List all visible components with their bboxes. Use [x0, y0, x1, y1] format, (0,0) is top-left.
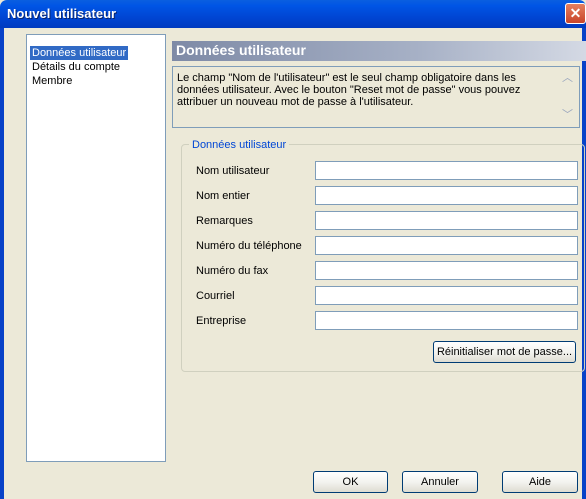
- nav-item-details-du-compte[interactable]: Détails du compte: [30, 60, 122, 74]
- section-header: Données utilisateur: [172, 41, 586, 61]
- remarques-field[interactable]: [315, 211, 578, 230]
- help-button[interactable]: Aide: [502, 471, 578, 493]
- label-numero-fax: Numéro du fax: [196, 265, 269, 277]
- reset-password-button[interactable]: Réinitialiser mot de passe...: [433, 341, 576, 363]
- scroll-down-icon[interactable]: ﹀: [559, 107, 576, 124]
- groupbox-legend: Données utilisateur: [189, 139, 290, 151]
- telephone-field[interactable]: [315, 236, 578, 255]
- window-title: Nouvel utilisateur: [7, 6, 117, 21]
- title-bar[interactable]: Nouvel utilisateur ✕: [0, 0, 586, 28]
- fax-field[interactable]: [315, 261, 578, 280]
- courriel-field[interactable]: [315, 286, 578, 305]
- close-icon: ✕: [569, 5, 582, 21]
- description-text: Le champ "Nom de l'utilisateur" est le s…: [177, 72, 521, 108]
- scroll-up-icon[interactable]: ︿: [559, 70, 576, 87]
- label-nom-entier: Nom entier: [196, 190, 250, 202]
- label-courriel: Courriel: [196, 290, 235, 302]
- label-entreprise: Entreprise: [196, 315, 247, 327]
- entreprise-field[interactable]: [315, 311, 578, 330]
- section-title: Données utilisateur: [176, 42, 306, 58]
- nom-utilisateur-field[interactable]: [315, 161, 578, 180]
- nav-item-membre[interactable]: Membre: [30, 74, 74, 88]
- label-remarques: Remarques: [196, 215, 253, 227]
- label-numero-telephone: Numéro du téléphone: [196, 240, 302, 252]
- close-button[interactable]: ✕: [565, 3, 586, 24]
- nav-item-donnees-utilisateur[interactable]: Données utilisateur: [30, 46, 129, 60]
- navigation-list: Données utilisateur Détails du compte Me…: [26, 34, 166, 462]
- description-box: Le champ "Nom de l'utilisateur" est le s…: [172, 66, 580, 128]
- window-frame-left: [0, 28, 4, 499]
- label-nom-utilisateur: Nom utilisateur: [196, 165, 270, 177]
- nom-entier-field[interactable]: [315, 186, 578, 205]
- ok-button[interactable]: OK: [313, 471, 388, 493]
- cancel-button[interactable]: Annuler: [402, 471, 478, 493]
